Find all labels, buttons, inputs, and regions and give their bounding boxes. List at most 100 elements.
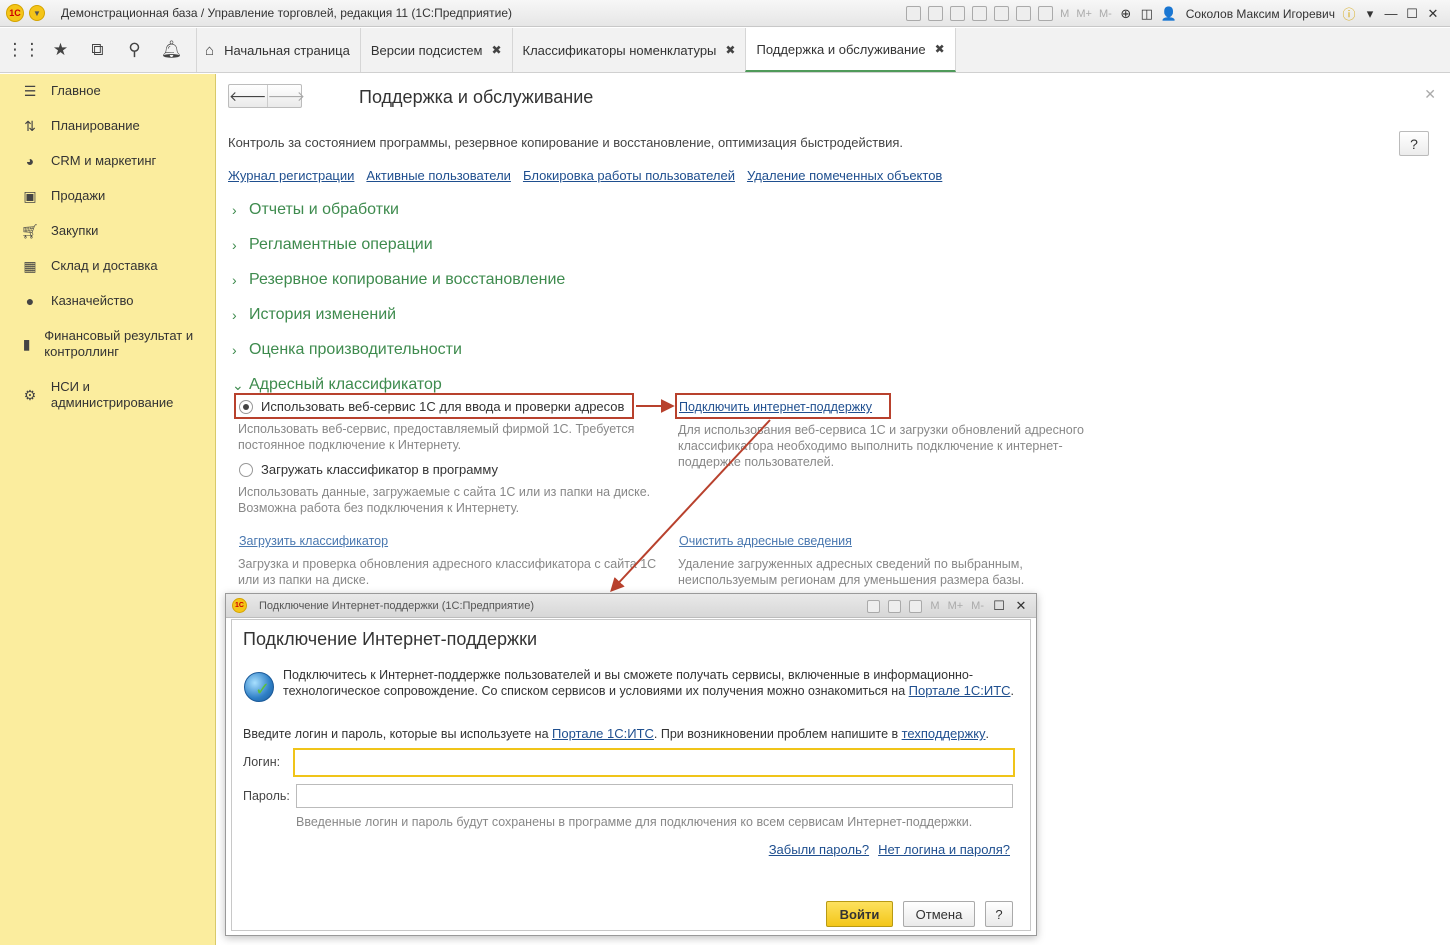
chevron-down-icon[interactable]: ▾ [1363,6,1377,22]
link-event-log[interactable]: Журнал регистрации [228,168,354,183]
memory-minus-button[interactable]: M- [971,600,984,612]
group-label: Резервное копирование и восстановление [249,271,566,288]
back-arrow-icon[interactable]: 🡐 [229,85,267,107]
group-reports[interactable]: › Отчеты и обработки [232,201,399,219]
printer-icon[interactable] [994,6,1010,21]
sidebar-item-warehouse[interactable]: ▦ Склад и доставка [0,258,168,275]
calculator-icon[interactable] [1016,6,1032,21]
home-icon: ⌂ [205,41,215,59]
minimize-button[interactable]: — [1384,6,1398,21]
close-dialog-button[interactable]: ✕ [1014,598,1028,614]
save-icon[interactable] [906,6,922,21]
link-active-users[interactable]: Активные пользователи [366,168,511,183]
link-tech-support[interactable]: техподдержку [902,726,986,741]
login-button[interactable]: Войти [826,901,893,927]
app-logo-icon: 1С [232,598,247,613]
web-service-hint: Использовать веб-сервис, предоставляемый… [238,422,635,452]
annotation-box-web-service [234,393,634,419]
group-history[interactable]: › История изменений [232,306,396,324]
prompt-text: Введите логин и пароль, которые вы испол… [243,727,549,741]
clear-hint: Удаление загруженных адресных сведений п… [678,557,1025,587]
sidebar-item-sales[interactable]: ▣ Продажи [0,188,115,205]
tab-support-maintenance[interactable]: Поддержка и обслуживание ✖ [745,28,956,72]
chevron-down-icon: ⌄ [232,376,244,393]
upload-icon[interactable] [972,6,988,21]
sidebar-item-label: НСИ и администрирование [50,379,174,410]
help-button[interactable]: ? [985,901,1013,927]
memory-m-button[interactable]: M [1060,8,1069,20]
dialog-tools: M M+ M- ☐ ✕ [867,594,1028,618]
close-icon[interactable]: ✖ [491,43,501,57]
link-its-portal-2[interactable]: Портале 1С:ИТС [552,726,654,741]
login-input[interactable] [293,748,1015,777]
sidebar-item-purchases[interactable]: 🛒︎ Закупки [0,223,108,240]
dialog-heading: Подключение Интернет-поддержки [243,629,538,649]
password-input[interactable] [296,784,1013,808]
dialog-window-title: Подключение Интернет-поддержки (1С:Предп… [259,599,534,612]
sidebar-item-admin[interactable]: ⚙ НСИ и администрирование [0,379,190,411]
group-routine-ops[interactable]: › Регламентные операции [232,236,433,254]
memory-plus-button[interactable]: M+ [1076,8,1092,20]
link-its-portal[interactable]: Портале 1С:ИТС [909,683,1011,698]
sidebar: ☰ Главное ⇅ Планирование ◕ CRM и маркети… [0,74,216,945]
memory-m-button[interactable]: M [930,600,939,612]
memory-minus-button[interactable]: M- [1099,8,1112,20]
link-forgot-password[interactable]: Забыли пароль? [769,842,869,857]
sidebar-item-planning[interactable]: ⇅ Планирование [0,118,150,135]
link-load-classifier[interactable]: Загрузить классификатор [239,534,388,548]
main-menu-button[interactable]: ▼ [29,5,45,21]
calendar-icon[interactable] [909,599,923,613]
group-performance[interactable]: › Оценка производительности [232,341,462,359]
history-icon[interactable]: ⧉ [79,28,116,72]
internet-support-dialog: 1С Подключение Интернет-поддержки (1С:Пр… [225,593,1037,936]
sidebar-item-finance[interactable]: ▮ Финансовый результат и контроллинг [0,328,205,360]
globe-check-icon [244,672,274,702]
dialog-links: Забыли пароль? Нет логина и пароля? [769,842,1010,857]
tab-nomenclature-classifiers[interactable]: Классификаторы номенклатуры ✖ [511,28,746,72]
memory-plus-button[interactable]: M+ [948,600,964,612]
bell-icon[interactable]: 🔔︎ [153,28,190,72]
print-icon[interactable] [928,6,944,21]
apps-grid-icon[interactable]: ⋮⋮ [5,28,42,72]
link-user-lock[interactable]: Блокировка работы пользователей [523,168,735,183]
help-button[interactable]: ? [1399,131,1429,156]
sidebar-item-main[interactable]: ☰ Главное [0,83,111,100]
tab-home[interactable]: ⌂ Начальная страница [196,28,360,72]
info-icon[interactable]: ⓘ [1342,4,1356,23]
group-address-classifier[interactable]: ⌄ Адресный классификатор [232,376,442,394]
link-no-login[interactable]: Нет логина и пароля? [878,842,1010,857]
grid-icon: ▦ [23,258,37,274]
sidebar-item-crm[interactable]: ◕ CRM и маркетинг [0,153,166,169]
link-delete-marked[interactable]: Удаление помеченных объектов [747,168,942,183]
maximize-button[interactable]: ☐ [992,598,1006,614]
tab-subsystem-versions[interactable]: Версии подсистем ✖ [359,28,512,72]
printer-icon[interactable] [867,599,881,613]
cancel-button[interactable]: Отмена [903,901,975,927]
dialog-body: Подключение Интернет-поддержки Подключит… [231,619,1031,931]
calendar-icon[interactable] [1038,6,1054,21]
dialog-intro: Подключитесь к Интернет-поддержке пользо… [283,667,1023,699]
zoom-icon[interactable]: ⊕ [1119,6,1133,22]
close-icon[interactable]: ✖ [935,42,945,56]
sidebar-item-label: Казначейство [51,293,134,308]
radio-button[interactable] [239,462,253,477]
search-icon[interactable]: ⚲ [116,28,153,72]
group-label: История изменений [249,306,397,323]
close-icon[interactable]: ✖ [725,43,735,57]
link-clear-address-data[interactable]: Очистить адресные сведения [679,534,852,548]
close-window-button[interactable]: ✕ [1426,6,1440,22]
favorites-star-icon[interactable]: ★ [42,28,79,72]
user-name[interactable]: Соколов Максим Игоревич [1186,7,1335,21]
forward-arrow-icon[interactable]: 🡒 [266,85,305,107]
panel-icon[interactable]: ◫ [1140,6,1154,22]
radio-load-classifier[interactable]: Загружать классификатор в программу [239,462,498,477]
tab-label: Поддержка и обслуживание [756,41,926,57]
close-icon[interactable]: ✕ [1424,86,1436,103]
gear-icon: ⚙ [23,387,37,403]
preview-icon[interactable] [950,6,966,21]
sidebar-item-treasury[interactable]: ● Казначейство [0,293,143,309]
maximize-button[interactable]: ☐ [1405,6,1419,22]
chevron-right-icon: › [232,307,237,323]
calculator-icon[interactable] [888,599,902,613]
group-backup[interactable]: › Резервное копирование и восстановление [232,271,565,289]
